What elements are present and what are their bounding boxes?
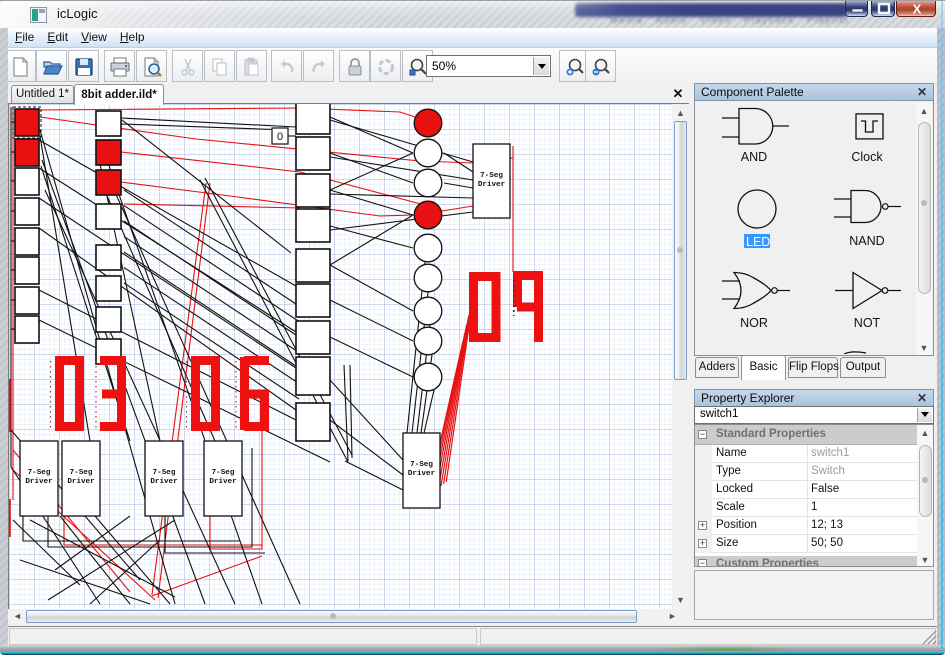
svg-text:0: 0 [277, 131, 283, 143]
svg-text:NOR: NOR [740, 316, 768, 330]
svg-text:NAND: NAND [849, 234, 884, 248]
svg-text:7-Seg: 7-Seg [28, 469, 51, 477]
svg-text:Driver: Driver [478, 181, 506, 189]
svg-text:7-Seg: 7-Seg [480, 172, 503, 180]
svg-text:Driver: Driver [25, 478, 53, 486]
svg-text:Clock: Clock [851, 150, 883, 164]
svg-text:Driver: Driver [408, 470, 436, 478]
svg-text:7-Seg: 7-Seg [410, 461, 433, 469]
svg-text:X: X [913, 2, 922, 17]
svg-text:7-Seg: 7-Seg [70, 469, 93, 477]
svg-text:Driver: Driver [150, 478, 178, 486]
svg-text:Driver: Driver [67, 478, 95, 486]
svg-text:Driver: Driver [209, 478, 237, 486]
svg-text:7-Seg: 7-Seg [153, 469, 176, 477]
svg-text:AND: AND [741, 150, 767, 164]
svg-text:NOT: NOT [854, 316, 881, 330]
svg-text:7-Seg: 7-Seg [212, 469, 235, 477]
